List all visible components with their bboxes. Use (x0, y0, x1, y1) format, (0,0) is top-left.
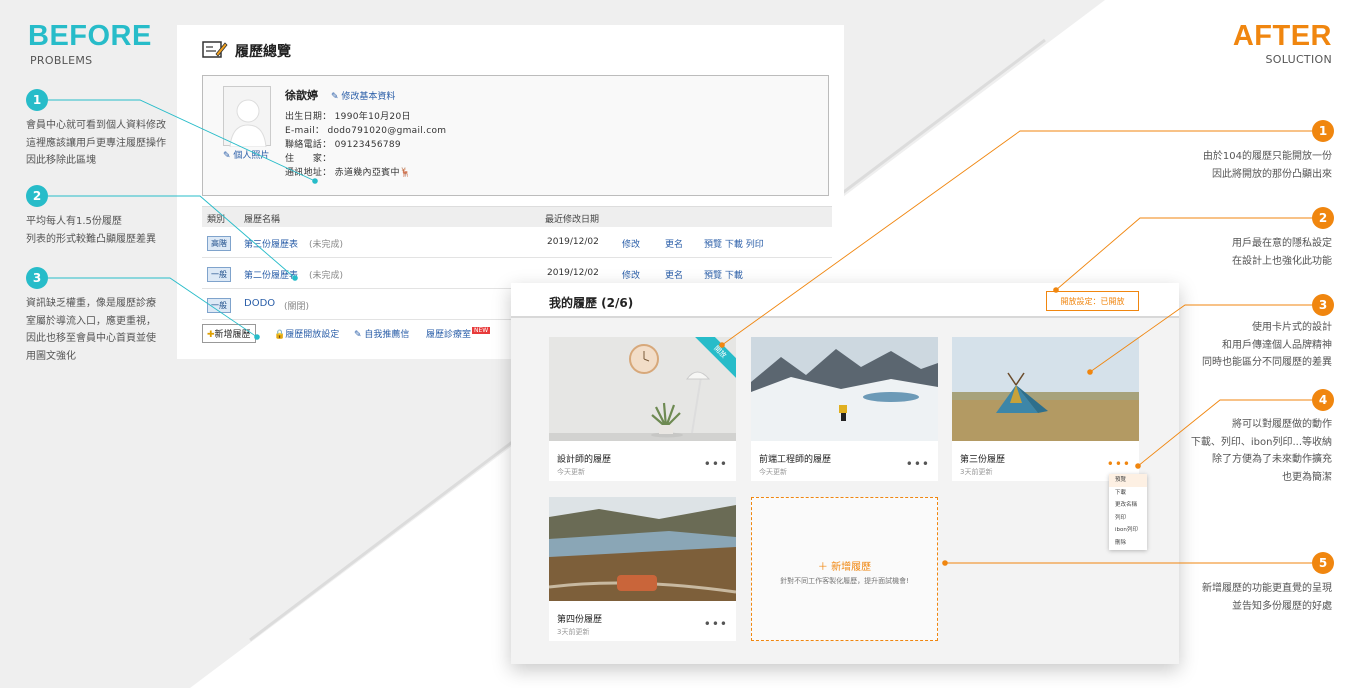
profile-birth: 出生日期： 1990年10月20日 (285, 112, 411, 122)
avatar-silhouette-icon (229, 99, 267, 148)
profile-email: E-mail： dodo791020@gmail.com (285, 126, 447, 136)
card-title: 前端工程師的履歷 (759, 455, 832, 465)
after-badge-5: 5 (1312, 552, 1334, 574)
before-note-3: 資訊缺乏權重，像是履歷診療 室屬於導流入口，應更重視， 因此也移至會員中心首頁並使用… (26, 298, 156, 362)
table-header: 類別 履歷名稱 最近修改日期 (202, 206, 832, 227)
edit-link[interactable]: 修改 (622, 268, 640, 281)
add-resume-label: ＋ 新增履歷 (817, 562, 872, 573)
after-note-4: 將可以對履歷做的動作 下載、列印、ibon列印...等收納 除了方便為了未來動作擴充… (1190, 419, 1332, 483)
resume-card[interactable]: 前端工程師的履歷 今天更新 ••• (751, 337, 938, 481)
header-category: 類別 (207, 215, 226, 225)
before-subheading: PROBLEMS (30, 54, 93, 67)
resume-card[interactable]: 第四份履歷 3天前更新 ••• (549, 497, 736, 641)
resume-status: (未完成) (309, 240, 344, 250)
after-note-5: 新增履歷的功能更直覺的呈現 並告知多份履歷的好處 (1202, 583, 1332, 612)
add-resume-hint: 針對不同工作客製化履歷，提升面試機會! (780, 577, 909, 585)
resume-cover-image (549, 337, 736, 441)
card-title: 第三份履歷 (960, 455, 1006, 465)
header-name: 履歷名稱 (244, 215, 281, 225)
add-resume-card[interactable]: ＋ 新增履歷 針對不同工作客製化履歷，提升面試機會! (751, 497, 938, 641)
resume-name-link[interactable]: 第三份履歷表 (244, 237, 298, 250)
actions-links[interactable]: 預覽 下載 列印 (704, 237, 764, 250)
pencil-icon: ✎ (331, 92, 339, 102)
before-heading: BEFORE (28, 20, 152, 52)
plus-icon: ✚ (207, 330, 215, 340)
after-heading: AFTER (1232, 20, 1332, 52)
before-badge-2: 2 (26, 185, 48, 207)
my-resumes-header: 我的履歷 (2/6) 開放設定：已開放 (511, 283, 1179, 318)
more-options-icon[interactable]: ••• (704, 458, 728, 470)
add-resume-button[interactable]: ✚新增履歷 (202, 324, 256, 343)
after-note-3: 使用卡片式的設計 和用戶傳達個人品牌精神 同時也能區分不同履歷的差異 (1202, 322, 1332, 368)
resume-cover-image (751, 337, 938, 441)
table-row: 高階 第三份履歷表 (未完成) 2019/12/02 修改 更名 預覽 下載 列… (202, 227, 832, 258)
resume-cover-image (952, 337, 1139, 441)
new-my-resumes: 我的履歷 (2/6) 開放設定：已開放 開放 設計師的履歷 今天更新 ••• 前… (511, 283, 1179, 664)
card-updated: 3天前更新 (960, 468, 993, 476)
card-action-menu: 預覽 下載 更改名稱 列印 ibon列印 刪除 (1109, 474, 1147, 550)
profile-address: 通訊地址： 赤道幾內亞賓中🦌 (285, 168, 412, 178)
card-updated: 今天更新 (759, 468, 787, 476)
resume-status: (未完成) (309, 271, 344, 281)
after-note-1: 由於104的履歷只能開放一份 因此將開放的那份凸顯出來 (1202, 151, 1332, 180)
before-note-2: 平均每人有1.5份履歷 列表的形式較難凸顯履歷差異 (26, 216, 156, 245)
after-badge-1: 1 (1312, 120, 1334, 142)
more-options-icon[interactable]: ••• (1107, 458, 1131, 470)
recommend-letter-link[interactable]: ✎ 自我推薦信 (354, 327, 409, 340)
card-title: 第四份履歷 (557, 615, 603, 625)
resume-edit-icon (202, 41, 228, 58)
card-updated: 今天更新 (557, 468, 585, 476)
after-badge-2: 2 (1312, 207, 1334, 229)
profile-box: ✎ 個人照片 徐歆婷 ✎ 修改基本資料 出生日期： 1990年10月20日 E-… (202, 75, 829, 196)
category-tag: 一般 (207, 267, 231, 282)
resume-card[interactable]: 開放 設計師的履歷 今天更新 ••• (549, 337, 736, 481)
open-setting-button[interactable]: 開放設定：已開放 (1046, 291, 1139, 311)
card-title: 設計師的履歷 (557, 455, 612, 465)
menu-item-download[interactable]: 下載 (1109, 487, 1147, 500)
lock-icon: 🔒 (274, 330, 286, 340)
actions-links[interactable]: 預覽 下載 (704, 268, 743, 281)
menu-item-print[interactable]: 列印 (1109, 512, 1147, 525)
clinic-link[interactable]: 履歷診療室 NEW (426, 327, 491, 340)
header-date: 最近修改日期 (545, 215, 600, 225)
menu-item-preview[interactable]: 預覽 (1109, 474, 1147, 487)
rename-link[interactable]: 更名 (665, 237, 683, 250)
profile-name: 徐歆婷 (285, 89, 318, 102)
after-subheading: SOLUCTION (1265, 53, 1332, 66)
before-note-1: 會員中心就可看到個人資料修改 這裡應該讓用戶更專注履歷操作 因此移除此區塊 (26, 120, 166, 166)
photo-link[interactable]: ✎ 個人照片 (223, 148, 269, 161)
edit-profile-link[interactable]: ✎ 修改基本資料 (331, 89, 395, 102)
menu-item-delete[interactable]: 刪除 (1109, 537, 1147, 550)
pencil-icon: ✎ (354, 330, 362, 340)
profile-home: 住 家： (285, 154, 332, 164)
more-options-icon[interactable]: ••• (704, 618, 728, 630)
category-tag: 高階 (207, 236, 231, 251)
after-note-2: 用戶最在意的隱私設定 在設計上也強化此功能 (1232, 238, 1332, 267)
resume-name-link[interactable]: 第二份履歷表 (244, 268, 298, 281)
after-badge-4: 4 (1312, 389, 1334, 411)
rename-link[interactable]: 更名 (665, 268, 683, 281)
menu-item-rename[interactable]: 更改名稱 (1109, 499, 1147, 512)
resume-date: 2019/12/02 (547, 237, 599, 247)
after-badge-3: 3 (1312, 294, 1334, 316)
resume-date: 2019/12/02 (547, 268, 599, 278)
resume-card[interactable]: 第三份履歷 3天前更新 ••• (952, 337, 1139, 481)
before-badge-1: 1 (26, 89, 48, 111)
menu-item-ibon-print[interactable]: ibon列印 (1109, 524, 1147, 537)
resume-status: (關閉) (284, 302, 310, 312)
resume-name-link[interactable]: DODO (244, 298, 275, 309)
profile-phone: 聯絡電話： 09123456789 (285, 140, 401, 150)
edit-link[interactable]: 修改 (622, 237, 640, 250)
resume-cover-image (549, 497, 736, 601)
avatar (223, 86, 271, 148)
card-updated: 3天前更新 (557, 628, 590, 636)
open-setting-link[interactable]: 🔒履歷開放設定 (274, 327, 339, 340)
category-tag: 一般 (207, 298, 231, 313)
my-resumes-title: 我的履歷 (2/6) (549, 296, 634, 310)
more-options-icon[interactable]: ••• (906, 458, 930, 470)
before-badge-3: 3 (26, 267, 48, 289)
old-page-title: 履歷總覽 (235, 44, 291, 60)
new-badge: NEW (472, 327, 491, 334)
